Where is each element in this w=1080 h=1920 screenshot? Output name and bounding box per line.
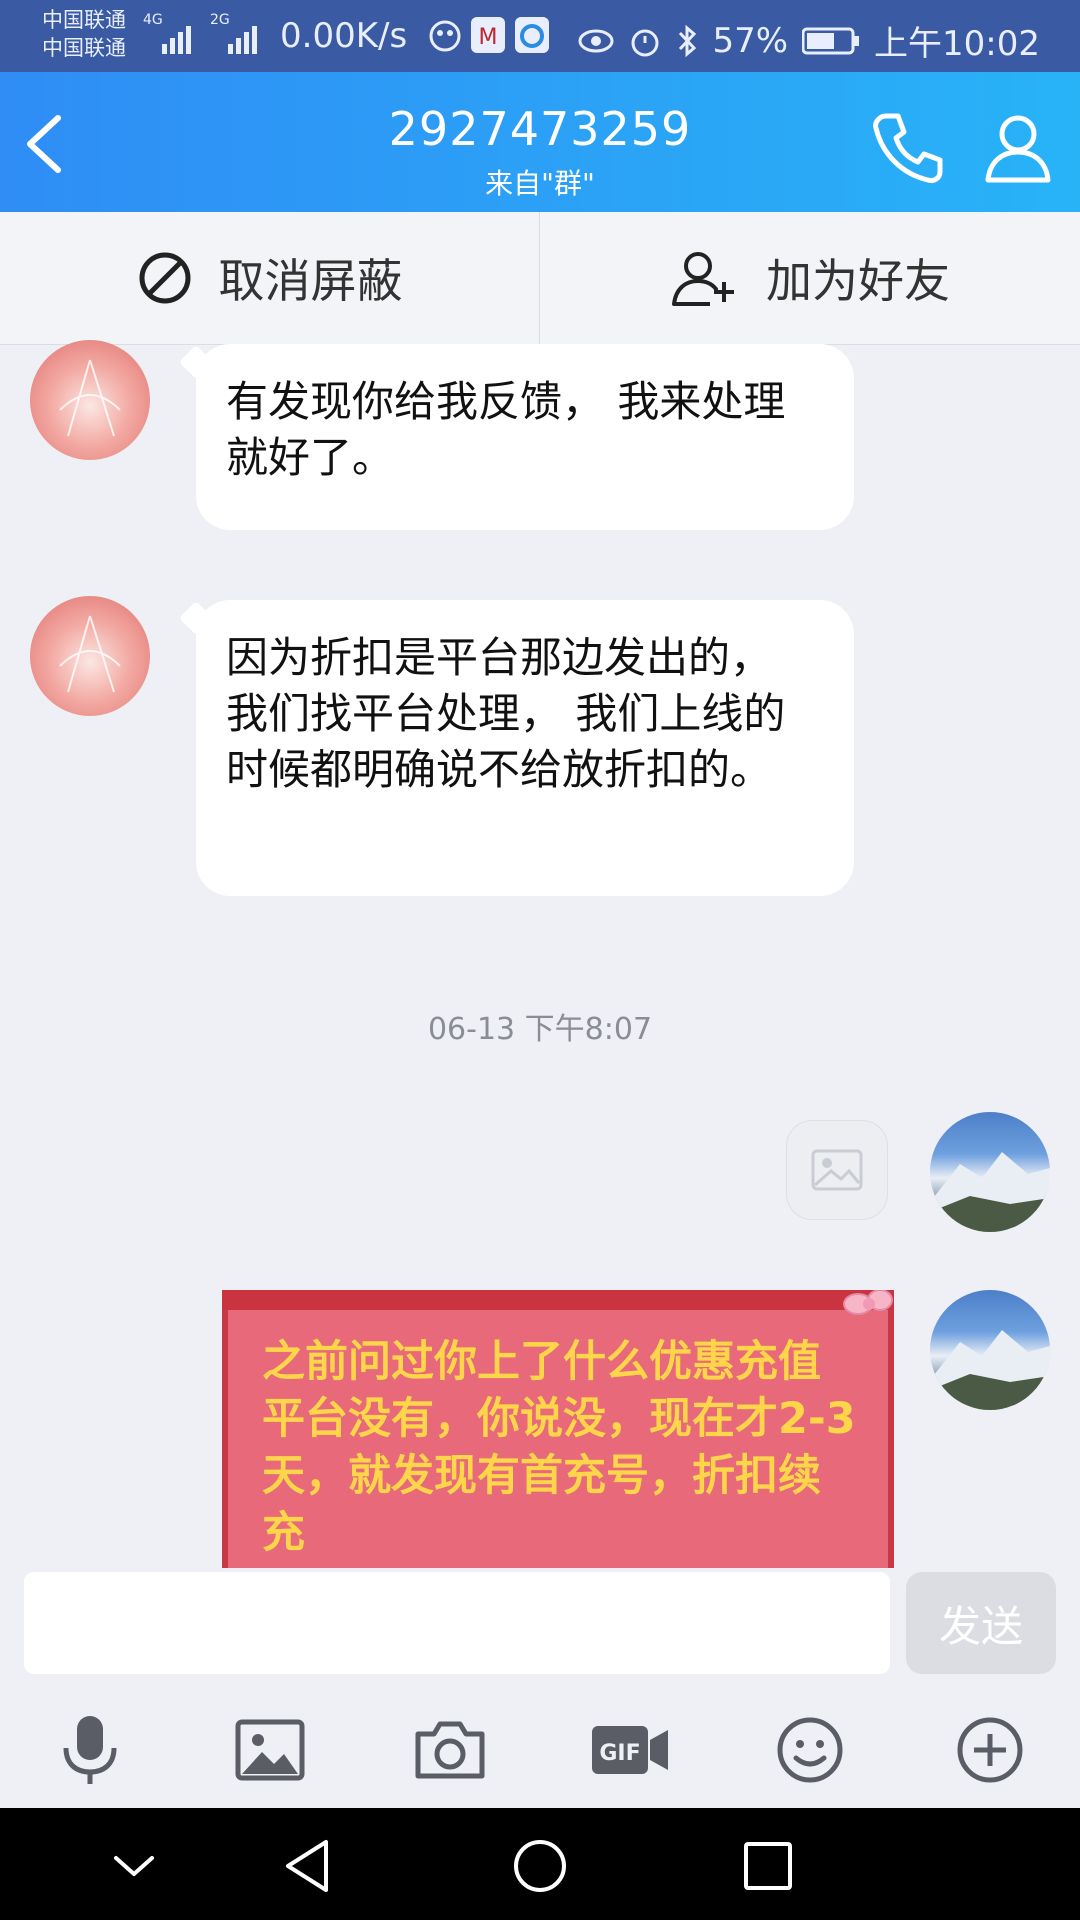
avatar-art [59,615,121,693]
browser-app-icon [515,17,549,53]
mountain-art [930,1152,1050,1232]
decorated-message-bubble[interactable]: 之前问过你上了什么优惠充值平台没有，你说没，现在才2-3天，就发现有首充号，折扣… [222,1290,894,1568]
plus-icon[interactable] [950,1710,1030,1790]
bluetooth-icon [679,24,697,57]
add-user-icon [672,252,734,306]
carrier-1: 中国联通 [42,8,126,32]
sender-avatar[interactable] [30,596,150,716]
status-right: 57% 上午10:02 [578,16,1040,65]
compose-toolbar [0,1690,1080,1808]
emoji-icon[interactable] [770,1710,850,1790]
ribbon-bow-icon [843,1290,893,1315]
signal-icon-2 [228,26,257,54]
message-text: 因为折扣是平台那边发出的， 我们找平台处理， 我们上线的时候都明确说不给放折扣的… [226,633,786,794]
phone-icon [873,113,943,183]
add-friend-button[interactable]: 加为好友 [540,212,1080,344]
status-bar: 中国联通 中国联通 4G 2G 0.00K/s M 57% 上午10:02 [0,0,1080,72]
svg-text:M: M [479,25,498,50]
card-top-border [222,1290,894,1310]
message-bubble[interactable]: 因为折扣是平台那边发出的， 我们找平台处理， 我们上线的时候都明确说不给放折扣的… [196,600,854,896]
broken-image-icon [811,1149,863,1191]
chat-header: 2927473259 来自"群" [0,72,1080,212]
sender-avatar[interactable] [30,340,150,460]
call-button[interactable] [868,108,948,188]
svg-text:GIF: GIF [599,1741,640,1766]
image-message-placeholder[interactable] [786,1120,888,1220]
back-icon[interactable] [278,1834,342,1898]
message-timestamp: 06-13 下午8:07 [427,1012,653,1047]
image-icon[interactable] [230,1710,310,1790]
message-text: 有发现你给我反馈， 我来处理就好了。 [226,377,786,482]
message-bubble[interactable]: 有发现你给我反馈， 我来处理就好了。 [196,344,854,530]
send-button[interactable]: 发送 [906,1572,1056,1674]
collapse-icon[interactable] [102,1834,166,1898]
add-friend-label: 加为好友 [766,254,950,308]
network-speed: 0.00K/s [280,16,408,56]
user-icon [985,115,1051,183]
avatar-art [59,359,121,437]
alarm-icon [631,29,659,56]
notification-app-icon [429,20,461,52]
unblock-button[interactable]: 取消屏蔽 [0,212,539,344]
message-input[interactable] [24,1572,890,1674]
block-icon [139,252,190,304]
carrier-labels: 中国联通 中国联通 [42,6,126,62]
profile-button[interactable] [978,108,1058,188]
mountain-art [930,1330,1050,1410]
gif-icon[interactable]: GIF [588,1710,672,1790]
clock: 上午10:02 [874,24,1040,64]
unblock-label: 取消屏蔽 [218,254,403,308]
battery-icon [802,27,860,54]
battery-percent: 57% [712,20,789,61]
stranger-action-bar: 取消屏蔽 加为好友 [0,212,1080,345]
card-message-text: 之前问过你上了什么优惠充值平台没有，你说没，现在才2-3天，就发现有首充号，折扣… [262,1337,856,1558]
bank-app-icon: M [471,17,505,53]
carrier-2: 中国联通 [42,36,126,60]
signal-icon [162,26,191,54]
microphone-icon[interactable] [50,1710,130,1790]
home-icon[interactable] [508,1834,572,1898]
camera-icon[interactable] [410,1710,490,1790]
my-avatar[interactable] [930,1290,1050,1410]
recents-icon[interactable] [736,1834,800,1898]
my-avatar[interactable] [930,1112,1050,1232]
eye-icon [578,29,614,52]
